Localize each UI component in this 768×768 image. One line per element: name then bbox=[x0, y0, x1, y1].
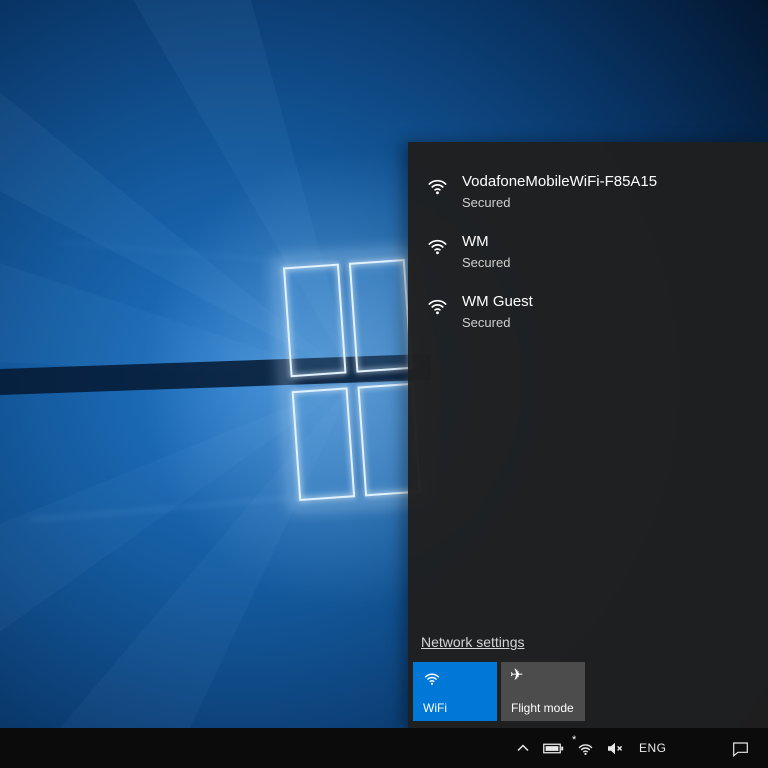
wifi-toggle-tile[interactable]: WiFi bbox=[413, 662, 497, 721]
flight-mode-tile-label: Flight mode bbox=[511, 701, 574, 715]
network-name: WM bbox=[462, 232, 510, 252]
action-center-icon[interactable] bbox=[727, 728, 754, 768]
network-settings-link[interactable]: Network settings bbox=[421, 634, 524, 650]
battery-icon[interactable] bbox=[541, 728, 566, 768]
system-tray: * ENG bbox=[514, 728, 671, 768]
wifi-signal-icon bbox=[426, 234, 449, 262]
network-text: VodafoneMobileWiFi-F85A15 Secured bbox=[462, 172, 657, 212]
desktop: VodafoneMobileWiFi-F85A15 Secured WM Sec… bbox=[0, 0, 768, 768]
taskbar: * ENG bbox=[0, 728, 768, 768]
network-item[interactable]: VodafoneMobileWiFi-F85A15 Secured bbox=[408, 162, 768, 222]
wifi-tile-label: WiFi bbox=[423, 701, 447, 715]
network-list: VodafoneMobileWiFi-F85A15 Secured WM Sec… bbox=[408, 162, 768, 342]
network-status: Secured bbox=[462, 254, 510, 272]
network-item[interactable]: WM Guest Secured bbox=[408, 282, 768, 342]
network-item[interactable]: WM Secured bbox=[408, 222, 768, 282]
quick-actions: WiFi ✈ Flight mode bbox=[413, 662, 585, 721]
network-status: Secured bbox=[462, 194, 657, 212]
flight-mode-tile[interactable]: ✈ Flight mode bbox=[501, 662, 585, 721]
language-indicator[interactable]: ENG bbox=[635, 728, 671, 768]
network-text: WM Guest Secured bbox=[462, 292, 533, 332]
networks-available-overlay: * bbox=[572, 735, 576, 745]
wifi-signal-icon bbox=[426, 174, 449, 202]
airplane-icon: ✈ bbox=[510, 665, 523, 685]
wifi-signal-icon bbox=[426, 294, 449, 322]
wifi-icon bbox=[423, 669, 441, 692]
wifi-flyout-panel: VodafoneMobileWiFi-F85A15 Secured WM Sec… bbox=[408, 142, 768, 728]
network-name: WM Guest bbox=[462, 292, 533, 312]
volume-muted-icon[interactable] bbox=[605, 728, 626, 768]
network-name: VodafoneMobileWiFi-F85A15 bbox=[462, 172, 657, 192]
network-tray-icon[interactable]: * bbox=[575, 728, 596, 768]
show-hidden-icons-chevron[interactable] bbox=[514, 728, 532, 768]
network-text: WM Secured bbox=[462, 232, 510, 272]
network-status: Secured bbox=[462, 314, 533, 332]
